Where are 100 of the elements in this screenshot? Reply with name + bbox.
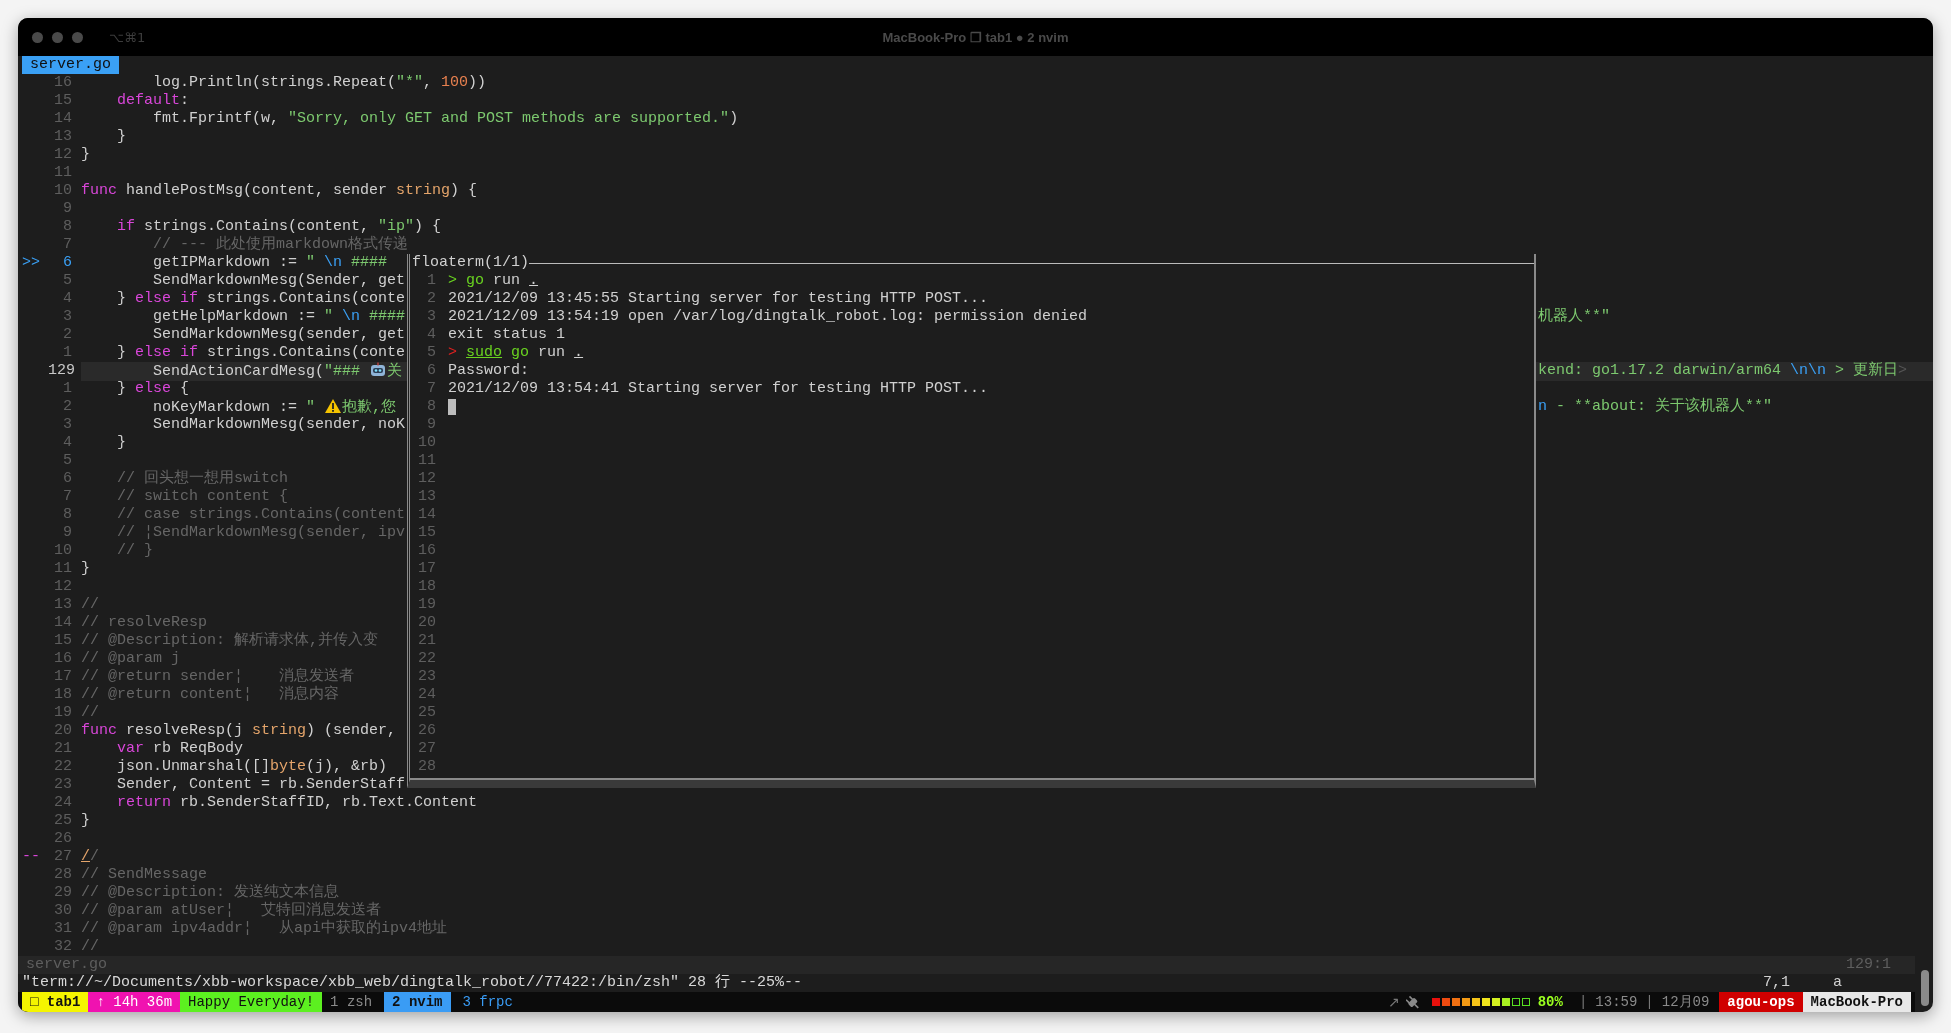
float-title: floaterm(1/1) xyxy=(411,254,530,272)
line-number: 24 xyxy=(417,686,436,704)
close-button[interactable] xyxy=(32,31,43,43)
zoom-button[interactable] xyxy=(72,31,83,43)
line-number: 3 xyxy=(62,308,72,326)
date-label: 12月09 xyxy=(1661,993,1710,1012)
terminal-line: 2021/12/09 13:54:41 Starting server for testing HTTP POST... xyxy=(448,380,989,398)
line-number: 25 xyxy=(417,704,436,722)
line-number: 11 xyxy=(53,164,72,182)
line-number: 3 xyxy=(62,416,72,434)
line-number: 3 xyxy=(426,308,436,326)
code-line: // @Description: 解析请求体,并传入变 xyxy=(81,632,379,649)
clock-time: 13:59 xyxy=(1595,993,1638,1012)
line-number: 15 xyxy=(53,632,72,650)
window-title: MacBook-Pro ❐ tab1 ● 2 nvim xyxy=(882,29,1069,45)
line-number: 26 xyxy=(53,830,72,848)
line-number: 22 xyxy=(417,650,436,668)
command-message: "term://~/Documents/xbb-workspace/xbb_web/dingtalk_robot//77422:/bin/zsh" 28 行 --25%-- xyxy=(22,974,803,992)
line-number: 26 xyxy=(417,722,436,740)
code-text: 关 xyxy=(387,363,403,380)
line-number: 14 xyxy=(417,506,436,524)
line-number: 20 xyxy=(53,722,72,740)
code-line: // @Description: 发送纯文本信息 xyxy=(81,884,340,901)
line-number: 14 xyxy=(53,614,72,632)
status-segment: Happy Everyday! xyxy=(180,992,323,1012)
line-number: 10 xyxy=(53,182,72,200)
code-text: noKeyMarkdown := xyxy=(152,399,299,416)
line-number: 5 xyxy=(62,452,72,470)
code-text: " xyxy=(306,399,317,416)
file-tab[interactable]: server.go xyxy=(22,56,119,74)
line-number: 2 xyxy=(426,290,436,308)
arrow-glyph: ↗ xyxy=(1387,993,1400,1012)
line-number: 28 xyxy=(53,866,72,884)
line-number: 27 xyxy=(417,740,436,758)
line-number: 17 xyxy=(53,668,72,686)
line-number: 30 xyxy=(53,902,72,920)
terminal-line: 2021/12/09 13:54:19 open /var/log/dingtalk_robot.log: permission denied xyxy=(448,308,1088,326)
code-line: // @return sender¦ 消息发送者 xyxy=(81,668,355,685)
line-number: 25 xyxy=(53,812,72,830)
line-number: 15 xyxy=(417,524,436,542)
code-line: } xyxy=(116,128,126,145)
code-line: return rb.SenderStaffID, rb.Text.Content xyxy=(116,794,478,811)
line-number: 31 xyxy=(53,920,72,938)
line-number: 16 xyxy=(53,74,72,92)
line-number: 18 xyxy=(417,578,436,596)
code-line: // resolveResp xyxy=(81,614,208,631)
line-number: 14 xyxy=(53,110,72,128)
code-line: n - **about: 关于该机器人**" xyxy=(1538,398,1773,415)
code-line: } xyxy=(81,560,90,577)
terminal-line: > sudo go run . xyxy=(448,344,584,362)
battery-reading: 80% xyxy=(1537,993,1563,1012)
code-line: } xyxy=(81,812,90,829)
line-number: 8 xyxy=(62,218,72,236)
code-line: } else { xyxy=(116,380,190,397)
line-number: 6 xyxy=(62,470,72,488)
sign-marker: -- xyxy=(22,848,40,865)
code-line: SendMarkdownMesg(sender, get xyxy=(152,326,406,343)
line-number: 15 xyxy=(53,92,72,110)
code-text: 抱歉,您 xyxy=(342,399,397,416)
code-line: json.Unmarshal([]byte(j), &rb) xyxy=(116,758,388,775)
code-line: } else if strings.Contains(conte xyxy=(116,290,406,307)
robot-icon xyxy=(369,362,388,378)
scrollbar[interactable] xyxy=(1921,970,1929,1006)
terminal-line: exit status 1 xyxy=(448,326,566,344)
line-number: 7 xyxy=(62,236,72,254)
code-line: func handlePostMsg(content, sender string) { xyxy=(81,182,478,199)
line-number: 10 xyxy=(53,542,72,560)
line-number: 21 xyxy=(417,632,436,650)
line-number: 5 xyxy=(426,344,436,362)
code-line: SendMarkdownMesg(Sender, get xyxy=(152,272,406,289)
code-line: // xyxy=(81,596,99,613)
user-segment: agou-ops xyxy=(1719,992,1803,1012)
line-number: 19 xyxy=(417,596,436,614)
code-line: // @param ipv4addr¦ 从api中获取的ipv4地址 xyxy=(81,920,448,937)
window-tab[interactable]: 1 zsh xyxy=(322,992,381,1012)
code-line: } xyxy=(116,434,126,451)
minimize-button[interactable] xyxy=(52,31,63,43)
code-line: 机器人**" xyxy=(1538,308,1610,325)
code-line: var rb ReqBody xyxy=(116,740,244,757)
line-number: 23 xyxy=(417,668,436,686)
sign-marker: >> xyxy=(22,254,40,271)
code-line: // switch content { xyxy=(116,488,289,505)
line-number: 7 xyxy=(426,380,436,398)
line-number: 13 xyxy=(417,488,436,506)
line-number: 12 xyxy=(53,146,72,164)
line-number: 9 xyxy=(426,416,436,434)
line-number: 16 xyxy=(417,542,436,560)
window-tab[interactable]: 3 frpc xyxy=(454,992,521,1012)
line-number: 10 xyxy=(417,434,436,452)
code-line: // @param j xyxy=(81,650,181,667)
code-line: // case strings.Contains(content xyxy=(116,506,406,523)
code-text: SendActionCardMesg( xyxy=(152,363,325,380)
line-number: 4 xyxy=(62,290,72,308)
code-line: Sender, Content = rb.SenderStaff xyxy=(116,776,406,793)
code-line: // --- 此处使用markdown格式传递 xyxy=(152,236,409,253)
file-name: server.go xyxy=(26,956,107,974)
window-tab[interactable]: 2 nvim xyxy=(384,992,451,1012)
line-number: 18 xyxy=(53,686,72,704)
cursor-position: 129:1 xyxy=(1846,956,1891,974)
line-number: 6 xyxy=(62,254,72,272)
